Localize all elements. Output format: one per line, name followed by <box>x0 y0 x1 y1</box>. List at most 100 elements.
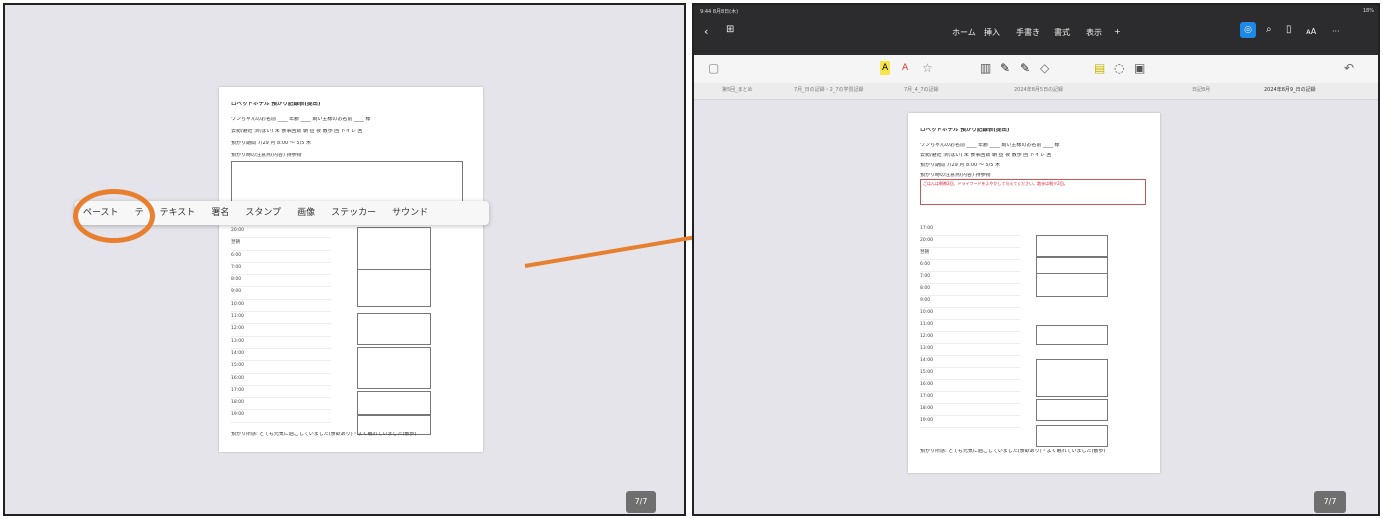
time-row: 18:00 <box>920 403 1020 416</box>
time-row: 翌朝 <box>231 237 331 251</box>
text-size-icon[interactable]: ᴀA <box>1306 27 1316 36</box>
time-row: 10:00 <box>231 299 331 313</box>
menu-item-sound[interactable]: サウンド <box>384 201 436 225</box>
activity-box <box>1036 399 1108 421</box>
time-row: 11:00 <box>231 311 331 325</box>
time-row: 6:00 <box>231 250 331 263</box>
document-title: ロペットホテル 預かり記録表(提出) <box>920 128 1010 133</box>
time-row: 19:00 <box>231 409 331 423</box>
notes-box-filled: ごはんは朝晩2回、ドライフードをふやかして与えてください。散歩は朝夕2回。 <box>920 179 1146 205</box>
time-row: 18:00 <box>231 397 331 411</box>
doc-tab[interactable]: 2024年8月5日の記録 <box>1014 86 1063 93</box>
add-icon[interactable]: + <box>1114 27 1121 36</box>
time-row: 7:00 <box>231 262 331 276</box>
time-row: 7:00 <box>920 271 1020 284</box>
app-top-bar: 9:44 8月8日(木) 18% ‹ ⊞ ホーム 挿入 手書き 書式 表示 + … <box>694 5 1378 55</box>
time-schedule: 20:00 翌朝 6:00 7:00 8:00 9:00 10:00 11:00… <box>231 225 331 423</box>
selection-icon[interactable]: ▢ <box>708 61 719 75</box>
time-row: 8:00 <box>231 274 331 288</box>
right-screenshot-panel: 9:44 8月8日(木) 18% ‹ ⊞ ホーム 挿入 手書き 書式 表示 + … <box>692 3 1380 516</box>
text-color-icon[interactable]: A <box>902 61 908 75</box>
pen-icon[interactable]: ✎ <box>1000 61 1010 75</box>
time-row: 13:00 <box>920 343 1020 356</box>
time-row: 翌朝 <box>920 247 1020 260</box>
back-icon[interactable]: ‹ <box>704 25 708 38</box>
time-row: 16:00 <box>920 379 1020 392</box>
time-schedule: 17:00 20:00 翌朝 6:00 7:00 8:00 9:00 10:00… <box>920 223 1020 428</box>
time-row: 20:00 <box>231 225 331 239</box>
star-icon[interactable]: ☆ <box>922 61 933 75</box>
document-footer: 預かり所感: とても元気に過ごしていました(食欲あり)・よく眠れていました(散歩… <box>231 432 417 437</box>
image-icon[interactable]: ▣ <box>1134 61 1145 75</box>
time-row: 14:00 <box>920 355 1020 368</box>
time-row: 10:00 <box>920 307 1020 320</box>
menu-item-signature[interactable]: 署名 <box>203 201 237 225</box>
document-line: 預かり時の注意点(内容) 持参物 <box>231 153 302 158</box>
more-icon[interactable]: ··· <box>1332 27 1340 36</box>
activity-box <box>1036 359 1108 397</box>
sticky-note-icon[interactable]: ▤ <box>1094 61 1105 75</box>
activity-box <box>1036 235 1108 257</box>
pen-icon[interactable]: ✎ <box>1020 61 1030 75</box>
nav-handwriting[interactable]: 手書き <box>1016 27 1040 38</box>
nav-home[interactable]: ホーム <box>952 27 976 38</box>
menu-item-stamp[interactable]: スタンプ <box>237 201 289 225</box>
document-page: ロペットホテル 預かり記録表(提出) ワンちゃんのお名前 ____ 年齢 ___… <box>219 87 483 452</box>
document-title: ロペットホテル 預かり記録表(提出) <box>231 102 321 107</box>
page-counter: 7/7 <box>626 491 656 513</box>
document-footer: 預かり所感: とても元気に過ごしていました(食欲あり)・よく眠れていました(散歩… <box>920 449 1106 454</box>
time-row: 8:00 <box>920 283 1020 296</box>
left-screenshot-panel: ロペットホテル 預かり記録表(提出) ワンちゃんのお名前 ____ 年齢 ___… <box>3 3 686 516</box>
doc-tab[interactable]: 7月_4_7の記録 <box>904 86 939 93</box>
lasso-icon[interactable]: ◌ <box>1114 61 1124 75</box>
doc-tab[interactable]: 7月_日の記録・2_7の学習記録 <box>794 86 864 93</box>
time-row: 19:00 <box>920 415 1020 428</box>
time-row: 14:00 <box>231 348 331 362</box>
undo-icon[interactable]: ↶ <box>1344 61 1354 75</box>
menu-item-image[interactable]: 画像 <box>289 201 323 225</box>
activity-box <box>357 347 431 389</box>
time-row: 13:00 <box>231 336 331 349</box>
highlight-text-icon[interactable]: A <box>880 61 891 75</box>
activity-box <box>357 313 431 345</box>
doc-tab[interactable]: 日記8月 <box>1192 86 1210 93</box>
time-row: 15:00 <box>231 360 331 374</box>
document-line: 預かり時の注意点(内容) 持参物 <box>920 173 991 178</box>
time-row: 9:00 <box>920 295 1020 308</box>
time-row: 9:00 <box>231 286 331 300</box>
active-pen-icon[interactable]: ◎ <box>1240 22 1256 38</box>
search-icon[interactable]: ⌕ <box>1266 24 1272 35</box>
time-row: 17:00 <box>231 385 331 399</box>
pasted-red-note: ごはんは朝晩2回、ドライフードをふやかして与えてください。散歩は朝夕2回。 <box>923 181 1068 186</box>
status-battery: 18% <box>1362 8 1374 14</box>
activity-box <box>1036 325 1108 345</box>
document-line: 預かり期間 7/29 月 8:00 ～ 5/5 木 <box>231 141 312 146</box>
document-page: ロペットホテル 預かり記録表(提出) ワンちゃんのお名前 ____ 年齢 ___… <box>908 113 1160 473</box>
page-counter: 7/7 <box>1314 491 1346 513</box>
grid-icon[interactable]: ⊞ <box>726 24 734 35</box>
document-line: 預かり期間 7/29 月 8:00 ～ 5/5 木 <box>920 163 1001 168</box>
document-line: ワンちゃんのお名前 ____ 年齢 ____ 飼い主様のお名前 ____ 様 <box>920 143 1060 148</box>
notes-box <box>231 161 463 205</box>
nav-view[interactable]: 表示 <box>1086 27 1102 38</box>
nav-format[interactable]: 書式 <box>1054 27 1070 38</box>
doc-tab[interactable]: 第5回_まとめ <box>722 86 753 93</box>
doc-tab-active[interactable]: 2024年8月9_日の記録 <box>1264 86 1316 93</box>
time-row: 16:00 <box>231 373 331 386</box>
drawing-toolbar: ▢ A A ☆ ▥ ✎ ✎ ◇ ▤ ◌ ▣ ↶ <box>694 55 1378 84</box>
time-row: 15:00 <box>920 367 1020 380</box>
menu-item-sticker[interactable]: ステッカー <box>323 201 384 225</box>
nav-insert[interactable]: 挿入 <box>984 27 1000 38</box>
eraser-icon[interactable]: ◇ <box>1040 61 1049 75</box>
document-tabs: 第5回_まとめ 7月_日の記録・2_7の学習記録 7月_4_7の記録 2024年… <box>694 83 1378 100</box>
menu-item-text[interactable]: テキスト <box>152 201 204 225</box>
activity-box <box>357 269 431 307</box>
activity-box <box>357 391 431 415</box>
shape-icon[interactable]: ▥ <box>980 61 991 75</box>
time-row: 17:00 <box>920 391 1020 404</box>
time-row: 20:00 <box>920 235 1020 248</box>
book-icon[interactable]: ▯ <box>1286 24 1292 35</box>
activity-box <box>357 227 431 271</box>
time-row: 6:00 <box>920 259 1020 272</box>
time-row: 12:00 <box>920 331 1020 344</box>
